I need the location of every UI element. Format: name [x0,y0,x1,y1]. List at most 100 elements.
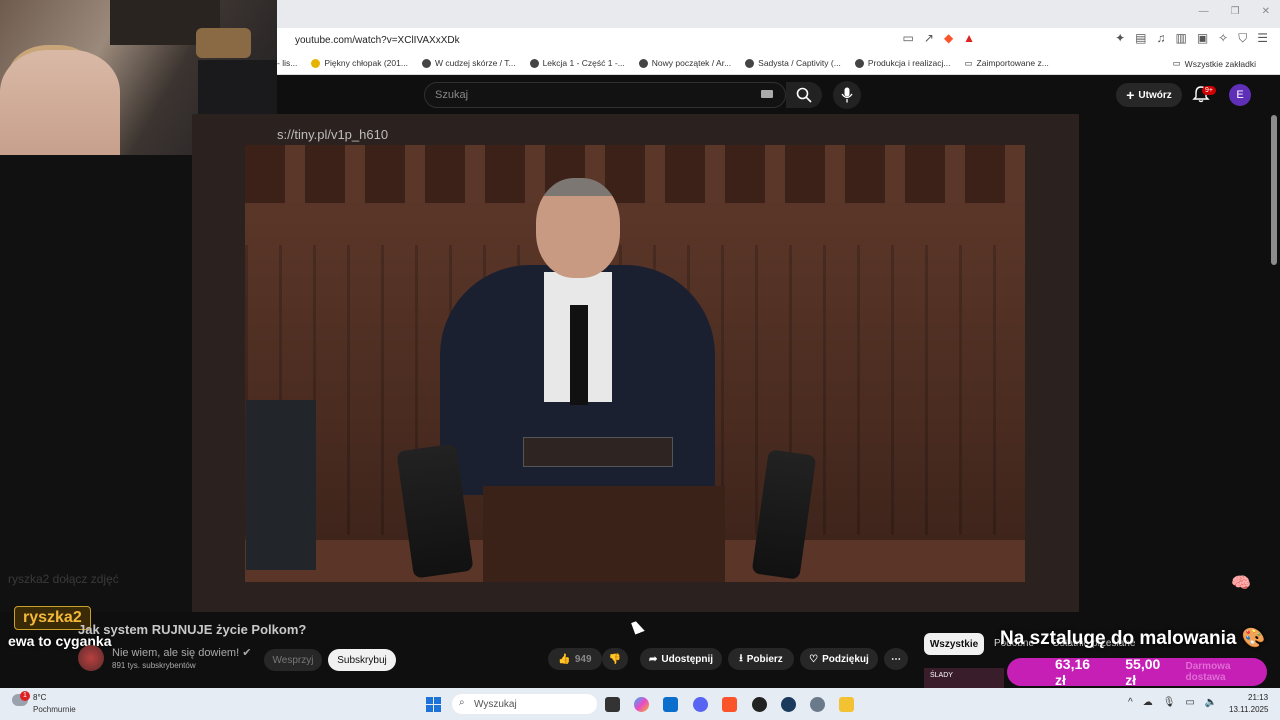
sidebar-icon[interactable]: ▥ [1175,31,1186,46]
microphone-icon [841,87,853,103]
window-controls: — ❐ ✕ [1199,6,1270,17]
close-button[interactable]: ✕ [1262,6,1270,17]
bookmark-item[interactable]: Sadysta / Captivity (... [745,58,841,68]
smiley-icon [311,58,321,68]
chevron-up-icon[interactable]: ^ [1128,697,1133,708]
bookmark-item[interactable]: Nowy początek / Ar... [638,58,731,68]
obs-icon[interactable] [752,697,767,712]
media-icon[interactable]: ♫ [1156,31,1165,46]
thanks-button[interactable]: ♡ Podziękuj [800,648,878,670]
bookmark-item[interactable]: Produkcja i realizacj... [854,58,951,68]
url-text[interactable]: youtube.com/watch?v=XClIVAXxXDk [295,35,460,46]
brave-shield-icon[interactable]: ◆ [944,31,953,46]
webcam-person [0,50,120,155]
clock-date[interactable]: 13.11.2025 [1229,705,1268,714]
discord-icon[interactable] [693,697,708,712]
brave-browser-icon[interactable] [722,697,737,712]
steam-icon[interactable] [781,697,796,712]
minimize-button[interactable]: — [1199,6,1209,17]
taskbar-search[interactable]: ⌕ Wyszukaj [452,694,597,714]
price-ghost-text: Darmowa dostawa [1185,661,1231,683]
faded-chat-line: ryszka2 dołącz zdjęć [8,572,119,586]
wallet-icon[interactable]: ▣ [1197,31,1208,46]
share-icon: ➦ [648,653,658,665]
windows-logo-part [434,705,441,712]
site-icon [854,58,864,68]
speaker-tie [570,305,588,405]
site-icon [638,58,648,68]
copilot-icon[interactable] [634,697,649,712]
microphone-icon[interactable]: 🎙 [1163,697,1176,708]
bookmark-item[interactable]: Lekcja 1 - Część 1 -... [529,58,625,68]
start-button[interactable] [426,697,441,712]
bookmark-item[interactable]: - lis... [277,58,297,68]
page-scrollbar[interactable] [1271,115,1277,265]
system-tray: ^ ☁ 🎙 ▭ 🔈 [1128,697,1217,708]
site-icon [421,58,431,68]
reader-icon[interactable]: ▤ [1135,31,1146,46]
search-icon [796,87,812,103]
browser-toolbar-icons: ▭ ↗ ◆ ▲ ✦ ▤ ♫ ▥ ▣ ✧ ⛉ ☰ [903,31,1268,46]
file-explorer-icon[interactable] [839,697,854,712]
bookmarks-bar: - lis... Piękny chłopak (201... W cudzej… [277,52,1280,75]
extensions-icon[interactable]: ✦ [1115,31,1125,46]
all-bookmarks-folder[interactable]: ▭ Wszystkie zakładki [1173,58,1256,69]
channel-avatar[interactable] [78,645,104,671]
share-button[interactable]: ➦ Udostępnij [640,648,722,670]
download-button[interactable]: ⭳ Pobierz [728,648,794,670]
bookmark-item[interactable]: Piękny chłopak (201... [311,58,408,68]
weather-temperature[interactable]: 8°C [33,693,46,702]
settings-gear-icon[interactable] [810,697,825,712]
keyboard-icon[interactable] [761,90,773,98]
account-avatar[interactable]: E [1229,84,1251,106]
brain-icon: 🧠 [1231,575,1251,592]
channel-name[interactable]: Nie wiem, ale się dowiem! ✔ [112,646,251,659]
price-overlay: 63,16 zł 55,00 zł Darmowa dostawa [1007,656,1267,688]
price-old: 63,16 zł [1055,656,1091,688]
subscriber-count: 891 tys. subskrybentów [112,661,196,670]
dislike-button[interactable]: 👎 [602,648,628,670]
mouse-cursor [631,619,645,635]
browser-tab-strip [277,0,1280,28]
bookmark-item[interactable]: W cudzej skórze / T... [421,58,516,68]
onedrive-icon[interactable]: ☁ [1143,697,1153,708]
volume-icon[interactable]: 🔈 [1205,697,1217,708]
download-icon: ⭳ [739,652,743,664]
create-button[interactable]: + Utwórz [1116,83,1182,107]
clock-time[interactable]: 21:13 [1248,693,1268,702]
store-icon[interactable] [663,697,678,712]
share-page-icon[interactable]: ↗ [924,31,934,46]
rewards-icon[interactable]: ▲ [963,31,975,46]
speaker-head [536,178,620,278]
heart-dollar-icon: ♡ [809,653,819,665]
menu-icon[interactable]: ☰ [1257,31,1268,46]
verified-icon: ✔ [242,647,252,659]
more-actions-button[interactable]: ⋯ [884,648,908,670]
left-dark-area [0,155,192,612]
monitor [246,400,316,570]
filter-chip-all[interactable]: Wszystkie [924,633,984,655]
weather-description[interactable]: Pochmurnie [33,705,76,714]
search-input[interactable]: Szukaj [424,82,786,108]
search-button[interactable] [786,82,822,108]
weather-alert-badge: 1 [20,691,30,701]
lectern [483,486,725,582]
bookmark-folder[interactable]: ▭ Zaimportowane z... [965,58,1049,69]
ellipsis-icon: ⋯ [891,653,901,665]
network-icon[interactable]: ▭ [1185,697,1194,708]
price-new: 55,00 zł [1125,656,1161,688]
site-icon [529,58,539,68]
install-app-icon[interactable]: ▭ [903,31,914,46]
maximize-button[interactable]: ❐ [1231,6,1240,17]
task-view-icon[interactable] [605,697,620,712]
voice-search-button[interactable] [833,81,861,109]
video-title: Jak system RUJNUJE życie Polkom? [78,622,307,637]
vpn-icon[interactable]: ⛉ [1238,31,1247,46]
subscribe-button[interactable]: Subskrybuj [328,649,396,671]
leo-ai-icon[interactable]: ✧ [1218,31,1228,46]
support-button[interactable]: Wesprzyj [264,649,322,671]
folder-icon: ▭ [964,57,973,68]
search-icon: ⌕ [459,697,465,708]
like-button[interactable]: 👍 949 [548,648,602,670]
